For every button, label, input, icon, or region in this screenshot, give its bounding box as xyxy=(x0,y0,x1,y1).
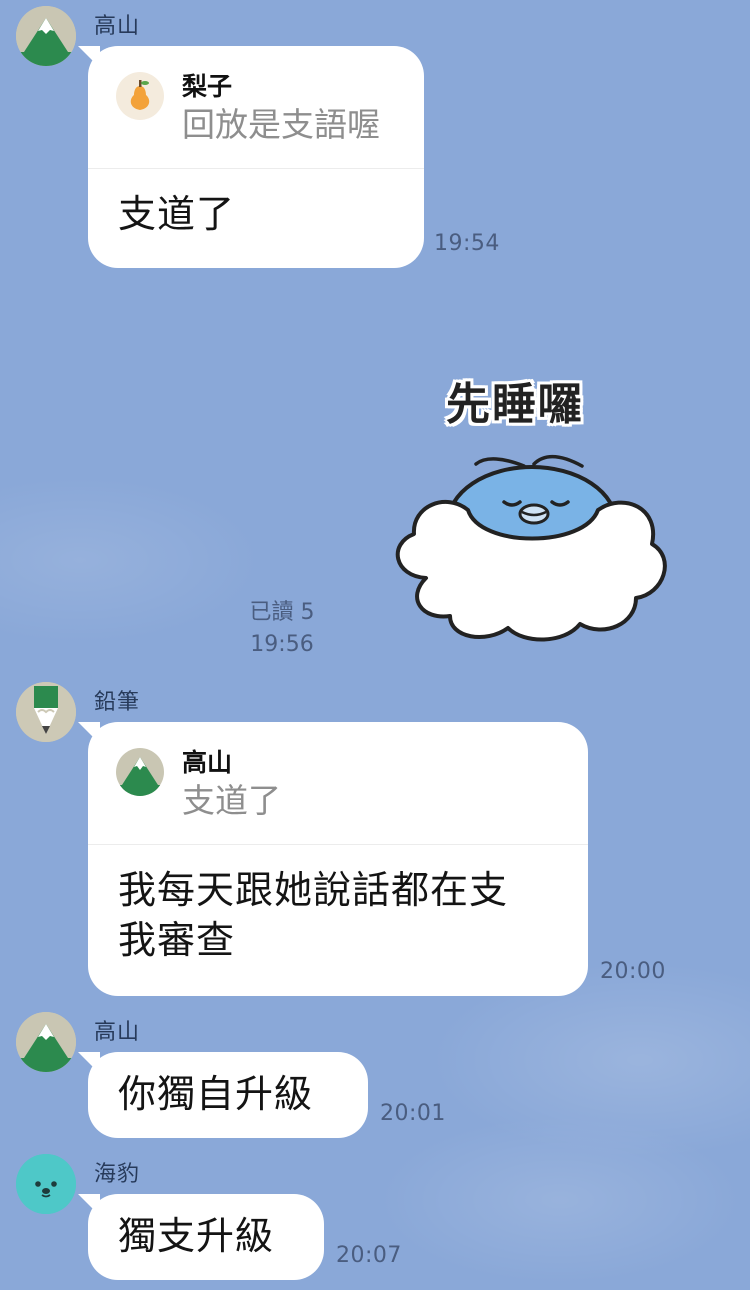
reply-sender-name: 梨子 xyxy=(182,72,233,101)
mountain-icon xyxy=(16,1012,76,1072)
sender-name: 海豹 xyxy=(94,1162,141,1187)
reply-quote-text: 支道了 xyxy=(182,781,281,820)
avatar-mountain[interactable] xyxy=(16,1012,76,1072)
sticker-caption: 先睡囉 xyxy=(446,379,584,430)
sleeping-bird-cloud-sticker[interactable] xyxy=(384,448,670,648)
sender-name: 高山 xyxy=(94,1020,141,1045)
message-timestamp: 20:07 xyxy=(336,1243,402,1268)
message-bubble[interactable]: 你獨自升級 xyxy=(78,1052,368,1138)
message-bubble[interactable]: 高山 支道了 我每天跟她說話都在支 我審查 xyxy=(78,722,588,996)
message-timestamp: 20:00 xyxy=(600,959,666,984)
sender-name: 高山 xyxy=(94,14,141,39)
message-text: 你獨自升級 xyxy=(118,1072,314,1116)
message-text-line-2: 我審查 xyxy=(118,918,236,962)
reply-quote-text: 回放是支語喔 xyxy=(182,105,380,144)
avatar-pencil[interactable] xyxy=(16,682,76,742)
message-timestamp: 20:01 xyxy=(380,1101,446,1126)
pencil-icon xyxy=(16,682,76,742)
pear-icon xyxy=(116,72,164,120)
message-text-line-1: 我每天跟她說話都在支 xyxy=(118,868,509,912)
message-bubble[interactable]: 獨支升級 xyxy=(78,1194,324,1280)
read-receipt: 已讀 5 xyxy=(249,600,315,625)
reply-preview[interactable]: 梨子 回放是支語喔 xyxy=(88,46,424,169)
avatar-seal[interactable] xyxy=(16,1154,76,1214)
avatar-mountain[interactable] xyxy=(16,6,76,66)
sender-name: 鉛筆 xyxy=(94,690,141,715)
message-timestamp: 19:54 xyxy=(434,231,500,256)
seal-icon xyxy=(16,1154,76,1214)
mountain-icon xyxy=(116,748,164,796)
reply-sender-name: 高山 xyxy=(182,748,233,777)
message-timestamp: 19:56 xyxy=(250,632,314,657)
message-bubble[interactable]: 梨子 回放是支語喔 支道了 xyxy=(78,46,424,268)
message-text: 獨支升級 xyxy=(118,1214,275,1258)
mountain-icon xyxy=(16,6,76,66)
message-text: 支道了 xyxy=(118,192,236,236)
reply-preview[interactable]: 高山 支道了 xyxy=(88,722,588,845)
